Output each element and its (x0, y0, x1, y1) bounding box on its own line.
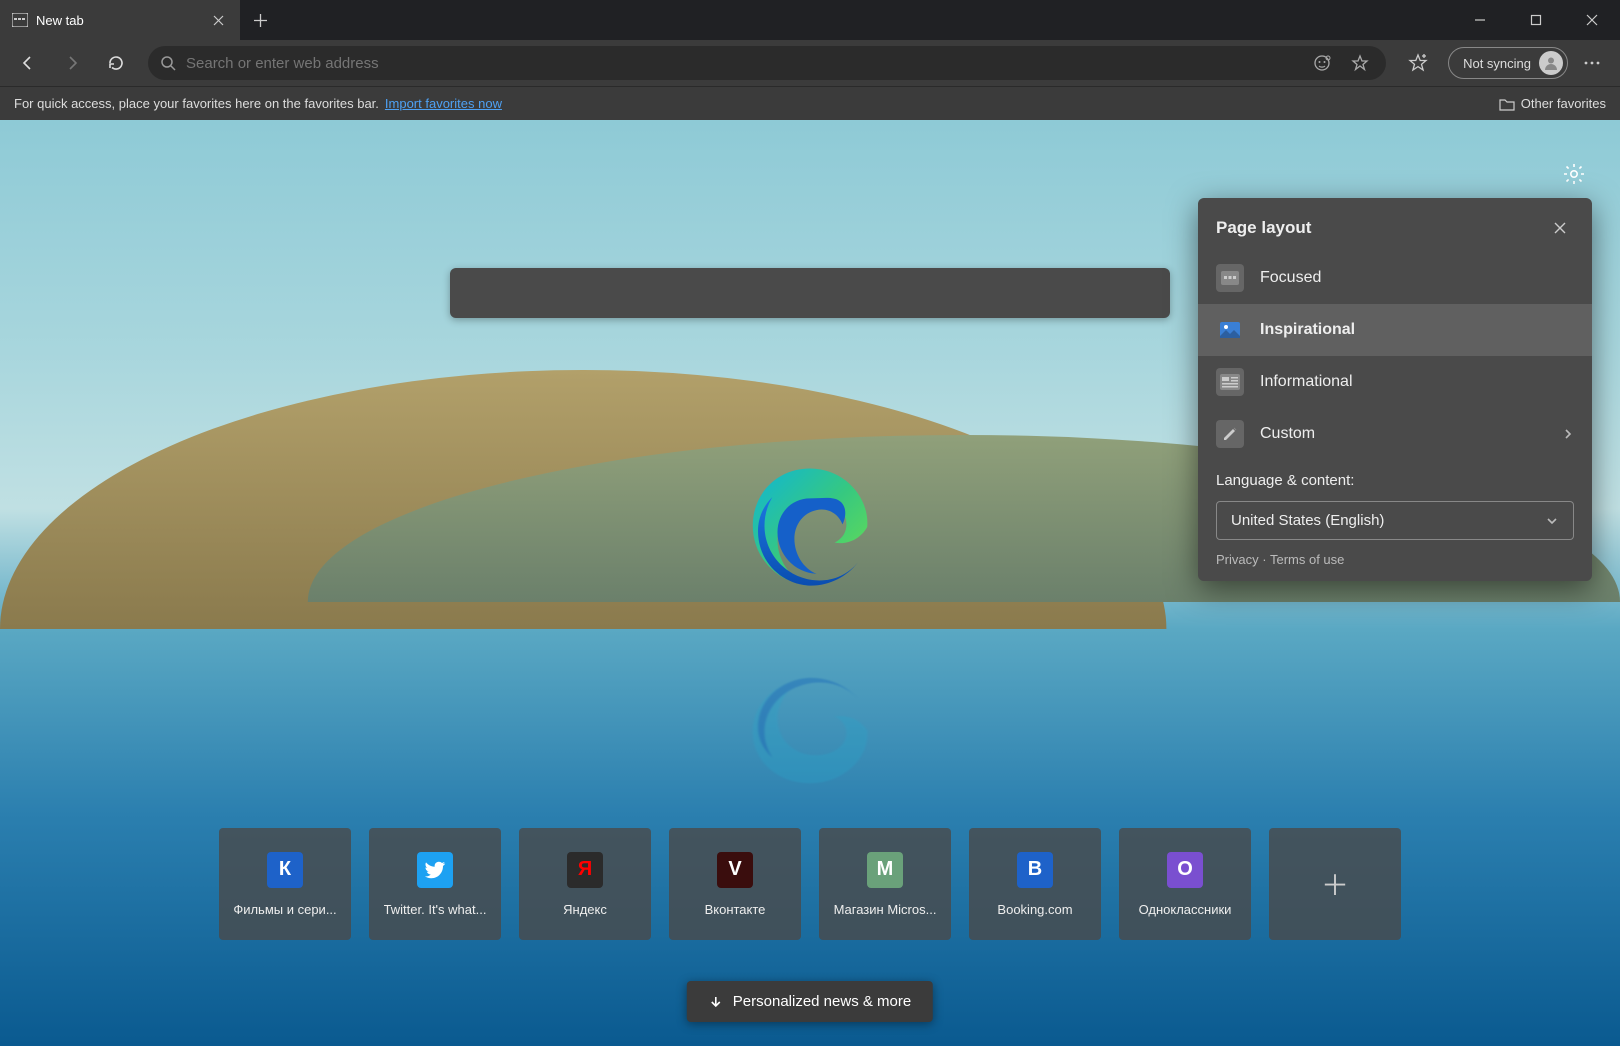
close-window-button[interactable] (1564, 0, 1620, 40)
address-bar[interactable] (148, 46, 1386, 80)
window-controls (1452, 0, 1620, 40)
tile-label: Twitter. It's what... (384, 902, 487, 917)
newtab-page-icon (12, 12, 28, 28)
layout-option-icon (1216, 368, 1244, 396)
terms-link[interactable]: Terms of use (1270, 552, 1344, 567)
folder-icon (1499, 97, 1515, 111)
tracking-prevention-icon[interactable] (1308, 49, 1336, 77)
forward-button[interactable] (52, 43, 92, 83)
quick-link-tile[interactable]: Я Яндекс (519, 828, 651, 940)
language-value: United States (English) (1231, 512, 1384, 529)
new-tab-button[interactable] (240, 0, 280, 40)
refresh-button[interactable] (96, 43, 136, 83)
privacy-link[interactable]: Privacy (1216, 552, 1259, 567)
chevron-down-icon (1545, 514, 1559, 528)
favorites-button[interactable] (1398, 43, 1438, 83)
tile-label: Вконтакте (705, 902, 766, 917)
tile-label: Одноклассники (1139, 902, 1232, 917)
tile-icon (417, 852, 453, 888)
favorites-bar: For quick access, place your favorites h… (0, 86, 1620, 120)
language-content-label: Language & content: (1198, 460, 1592, 495)
other-favorites-label: Other favorites (1521, 96, 1606, 111)
layout-option-label: Informational (1260, 373, 1353, 391)
layout-option-icon (1216, 316, 1244, 344)
address-input[interactable] (186, 55, 1298, 72)
quick-link-tile[interactable]: М Магазин Micros... (819, 828, 951, 940)
tile-icon: К (267, 852, 303, 888)
personalized-news-button[interactable]: Personalized news & more (687, 981, 933, 1022)
tile-icon: V (717, 852, 753, 888)
toolbar: Not syncing (0, 40, 1620, 86)
tile-label: Яндекс (563, 902, 607, 917)
back-button[interactable] (8, 43, 48, 83)
tab-title: New tab (36, 13, 84, 28)
tile-label: Фильмы и сери... (233, 902, 336, 917)
sync-label: Not syncing (1463, 56, 1531, 71)
tile-icon: М (867, 852, 903, 888)
layout-option-informational[interactable]: Informational (1198, 356, 1592, 408)
tile-label: Магазин Micros... (834, 902, 937, 917)
favorites-hint: For quick access, place your favorites h… (14, 96, 379, 111)
titlebar: New tab (0, 0, 1620, 40)
panel-footer: Privacy · Terms of use (1198, 552, 1592, 567)
plus-icon: ＋ (1321, 864, 1349, 904)
news-label: Personalized news & more (733, 993, 911, 1010)
arrow-down-icon (709, 995, 723, 1009)
settings-more-button[interactable] (1572, 43, 1612, 83)
ntp-search-box[interactable] (450, 268, 1170, 318)
tab-newtab[interactable]: New tab (0, 0, 240, 40)
edge-logo-icon (745, 462, 875, 592)
profile-sync-button[interactable]: Not syncing (1448, 47, 1568, 79)
layout-option-icon (1216, 420, 1244, 448)
panel-close-button[interactable] (1546, 214, 1574, 242)
minimize-button[interactable] (1452, 0, 1508, 40)
language-select[interactable]: United States (English) (1216, 501, 1574, 540)
newtab-content: К Фильмы и сери... Twitter. It's what... ЯЯ… (0, 120, 1620, 1046)
layout-option-label: Focused (1260, 269, 1321, 287)
maximize-button[interactable] (1508, 0, 1564, 40)
quick-links: К Фильмы и сери... Twitter. It's what... ЯЯ… (219, 828, 1401, 940)
layout-option-label: Inspirational (1260, 321, 1355, 339)
chevron-right-icon (1562, 428, 1574, 440)
layout-option-focused[interactable]: Focused (1198, 252, 1592, 304)
layout-option-inspirational[interactable]: Inspirational (1198, 304, 1592, 356)
favorite-star-icon[interactable] (1346, 49, 1374, 77)
panel-title: Page layout (1216, 218, 1311, 238)
add-tile-button[interactable]: ＋ (1269, 828, 1401, 940)
tile-label: Booking.com (997, 902, 1072, 917)
search-icon (160, 55, 176, 71)
other-favorites-button[interactable]: Other favorites (1499, 96, 1606, 111)
edge-logo-reflection (745, 672, 875, 789)
quick-link-tile[interactable]: V Вконтакте (669, 828, 801, 940)
tab-close-button[interactable] (204, 6, 232, 34)
layout-option-label: Custom (1260, 425, 1315, 443)
tile-icon: В (1017, 852, 1053, 888)
layout-option-icon (1216, 264, 1244, 292)
quick-link-tile[interactable]: К Фильмы и сери... (219, 828, 351, 940)
import-favorites-link[interactable]: Import favorites now (385, 96, 502, 111)
quick-link-tile[interactable]: О Одноклассники (1119, 828, 1251, 940)
tile-icon: О (1167, 852, 1203, 888)
layout-option-custom[interactable]: Custom (1198, 408, 1592, 460)
quick-link-tile[interactable]: В Booking.com (969, 828, 1101, 940)
page-settings-button[interactable] (1556, 156, 1592, 192)
avatar-icon (1539, 51, 1563, 75)
tile-icon: Я (567, 852, 603, 888)
quick-link-tile[interactable]: Twitter. It's what... (369, 828, 501, 940)
page-layout-panel: Page layout Focused Inspirational Informat… (1198, 198, 1592, 581)
